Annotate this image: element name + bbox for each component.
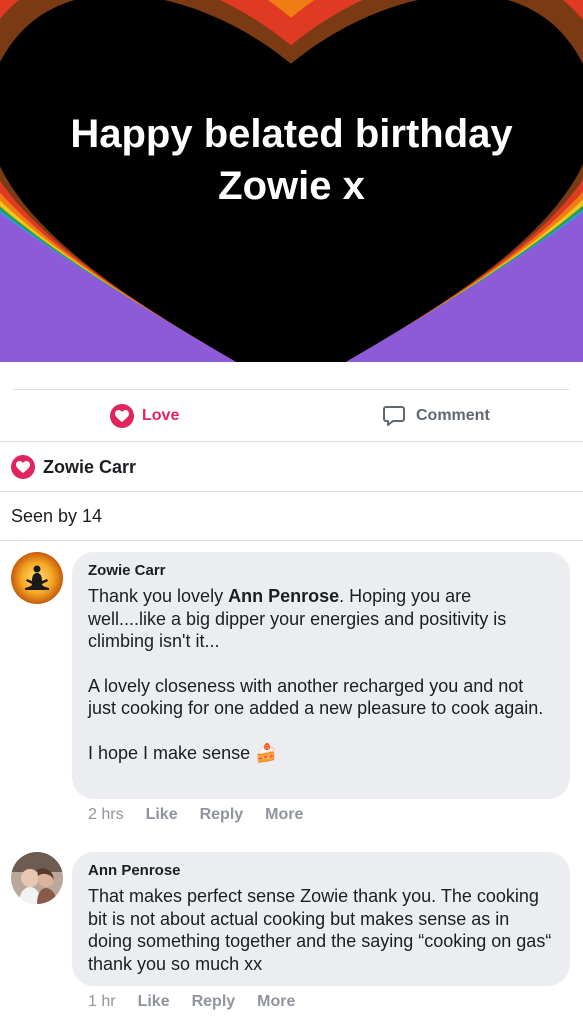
divider xyxy=(0,441,583,442)
comment-label: Comment xyxy=(416,407,490,424)
banner-line-1: Happy belated birthday xyxy=(70,112,513,156)
banner-message: Happy belated birthday Zowie x xyxy=(0,108,583,212)
more-link[interactable]: More xyxy=(265,806,303,824)
comment-paragraph: A lovely closeness with another recharge… xyxy=(88,675,544,719)
like-link[interactable]: Like xyxy=(138,993,170,1011)
comment-timestamp: 1 hr xyxy=(88,993,116,1010)
reply-link[interactable]: Reply xyxy=(200,806,244,824)
comment-paragraph: I hope I make sense 🍰 xyxy=(88,742,554,765)
comment-text: That makes perfect sense Zowie thank you… xyxy=(88,886,552,974)
reactor-name: Zowie Carr xyxy=(43,456,137,477)
comment-author[interactable]: Zowie Carr xyxy=(88,562,554,579)
comment-paragraph: Thank you lovely Ann Penrose. Hoping you… xyxy=(88,585,554,653)
reactions-row[interactable]: Zowie Carr xyxy=(0,443,583,491)
comment-button[interactable]: Comment xyxy=(382,390,490,442)
banner-line-2: Zowie x xyxy=(218,164,365,208)
comment-meta: 2 hrs Like Reply More xyxy=(88,806,325,824)
love-reaction-icon xyxy=(11,455,35,479)
love-label: Love xyxy=(142,407,180,424)
comment-timestamp: 2 hrs xyxy=(88,806,124,823)
seen-by-count[interactable]: Seen by 14 xyxy=(11,492,102,540)
comment-author[interactable]: Ann Penrose xyxy=(88,862,554,879)
avatar[interactable] xyxy=(11,552,63,604)
divider xyxy=(0,540,583,541)
love-heart-icon xyxy=(110,404,134,428)
action-bar: Love Comment xyxy=(0,390,583,442)
comment-bubble-icon xyxy=(382,404,406,428)
mention-link[interactable]: Ann Penrose xyxy=(228,586,339,606)
more-link[interactable]: More xyxy=(257,993,295,1011)
like-link[interactable]: Like xyxy=(146,806,178,824)
reply-link[interactable]: Reply xyxy=(192,993,236,1011)
comment-bubble: Zowie Carr Thank you lovely Ann Penrose.… xyxy=(72,552,570,799)
avatar[interactable] xyxy=(11,852,63,904)
comment-text-part: Thank you lovely xyxy=(88,586,229,606)
love-button[interactable]: Love xyxy=(110,390,179,442)
meditation-avatar-icon xyxy=(11,552,63,604)
comment-bubble: Ann Penrose That makes perfect sense Zow… xyxy=(72,852,570,986)
user-photo-avatar xyxy=(11,852,63,904)
birthday-banner: Happy belated birthday Zowie x xyxy=(0,0,583,362)
comment-meta: 1 hr Like Reply More xyxy=(88,993,317,1011)
cake-emoji-icon: 🍰 xyxy=(255,742,278,763)
comment-text: Thank you lovely Ann Penrose. Hoping you… xyxy=(88,585,554,764)
comment-text-part: I hope I make sense xyxy=(88,742,256,763)
